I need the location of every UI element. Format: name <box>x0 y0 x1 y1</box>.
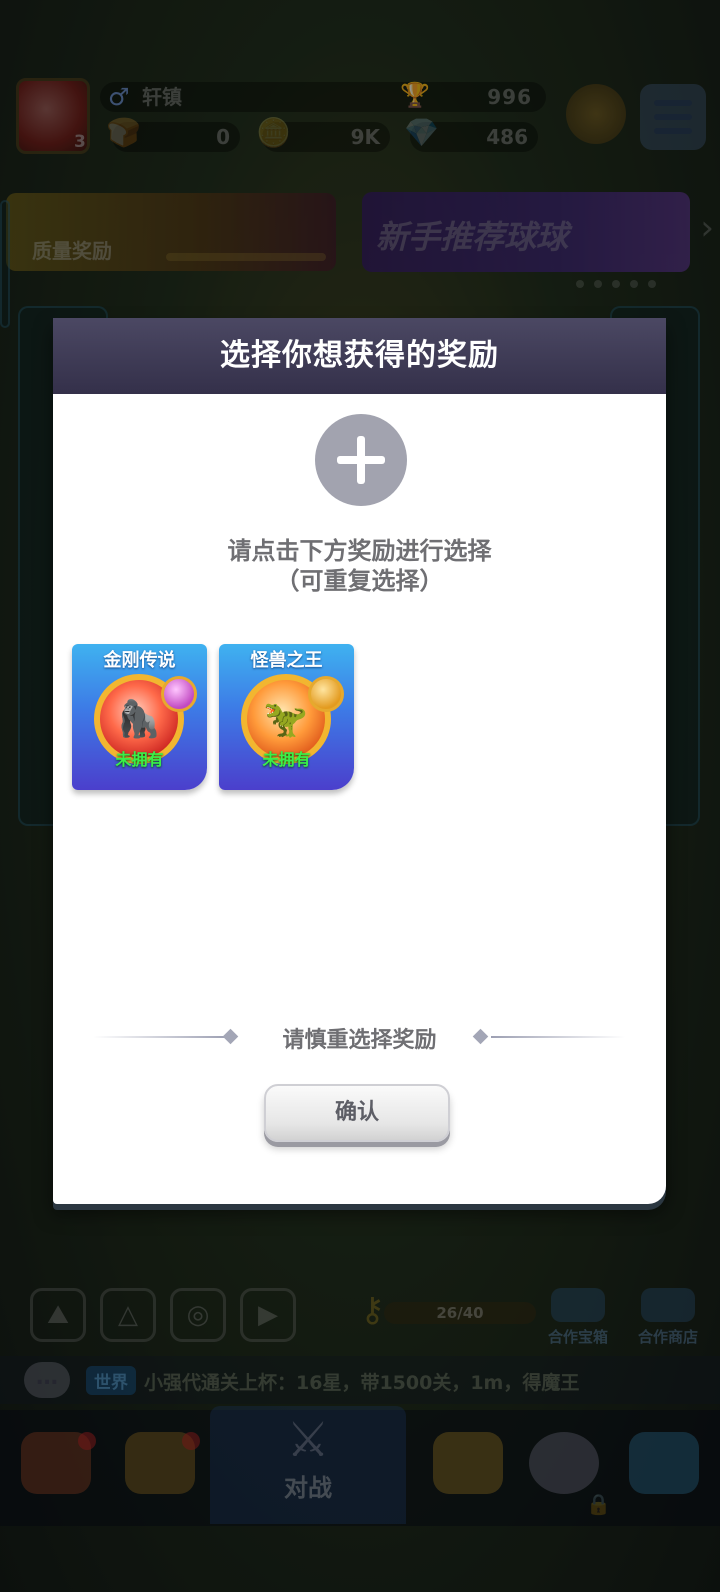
dialog-title: 选择你想获得的奖励 <box>53 318 666 394</box>
reward-card-title: 金刚传说 <box>103 650 176 671</box>
add-reward-slot[interactable] <box>315 414 407 506</box>
gorilla-icon: 🦍 <box>116 699 161 740</box>
reward-card-list: 金刚传说 🦍 未拥有 怪兽之王 🦖 未拥有 <box>72 644 354 790</box>
reward-card-status: 未拥有 <box>262 750 311 769</box>
divider-line <box>491 1036 625 1038</box>
hint-subline: （可重复选择） <box>275 567 444 595</box>
reward-card-monster[interactable]: 怪兽之王 🦖 未拥有 <box>219 644 354 790</box>
pink-orb-icon <box>161 676 197 712</box>
tiger-orb-icon <box>308 676 344 712</box>
dialog-hint: 请点击下方奖励进行选择 （可重复选择） <box>53 536 666 596</box>
confirm-button[interactable]: 确认 <box>264 1084 450 1142</box>
dinosaur-icon: 🦖 <box>263 699 308 740</box>
reward-card-kong[interactable]: 金刚传说 🦍 未拥有 <box>72 644 207 790</box>
reward-card-title: 怪兽之王 <box>250 650 323 671</box>
reward-select-dialog: 选择你想获得的奖励 请点击下方奖励进行选择 （可重复选择） 金刚传说 🦍 未拥有… <box>53 318 666 1204</box>
reward-card-status: 未拥有 <box>115 750 164 769</box>
hint-line: 请点击下方奖励进行选择 <box>227 537 492 565</box>
choose-carefully-text: 请慎重选择奖励 <box>282 1028 437 1053</box>
